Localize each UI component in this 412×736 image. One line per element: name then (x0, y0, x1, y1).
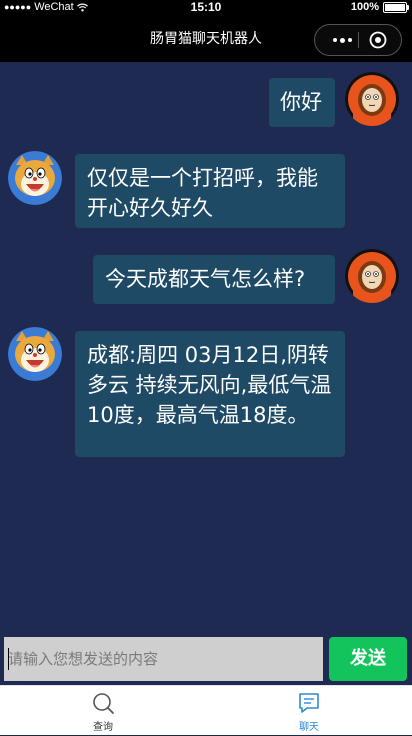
user-message-bubble: 今天成都天气怎么样? (93, 255, 335, 304)
message-input[interactable] (4, 637, 323, 681)
user-message-bubble: 你好 (269, 78, 335, 127)
tab-bar: 查询 聊天 (0, 685, 412, 735)
battery-icon (383, 1, 409, 13)
chat-area[interactable]: 你好 仅仅是一个打招呼，我能开心好久好久 今天成都天气怎么样? 成都:周四 03… (0, 62, 412, 634)
input-bar: 发送 (0, 634, 412, 685)
user-avatar (345, 72, 399, 126)
bot-message-bubble: 成都:周四 03月12日,阴转多云 持续无风向,最低气温10度，最高气温18度。 (75, 331, 345, 457)
bot-avatar (8, 151, 62, 205)
search-icon (93, 693, 114, 714)
tab-chat-label: 聊天 (299, 722, 319, 733)
tab-query[interactable]: 查询 (0, 686, 206, 736)
tab-query-label: 查询 (93, 722, 113, 733)
close-miniprogram-icon[interactable] (369, 31, 387, 49)
text-caret (8, 648, 9, 670)
more-button[interactable] (327, 25, 357, 55)
menu-capsule (314, 24, 402, 56)
user-avatar (345, 249, 399, 303)
status-bar: ●●●●● WeChat 15:10 100% (0, 0, 412, 17)
bot-message-bubble: 仅仅是一个打招呼，我能开心好久好久 (75, 154, 345, 228)
capsule-divider (358, 32, 359, 48)
send-button[interactable]: 发送 (329, 637, 407, 681)
chat-icon (299, 693, 319, 713)
bot-avatar (8, 327, 62, 381)
battery-percent: 100% (350, 1, 379, 13)
tab-chat[interactable]: 聊天 (206, 686, 412, 736)
nav-bar: 肠胃猫聊天机器人 (0, 17, 412, 62)
battery-info: 100% (350, 1, 409, 13)
